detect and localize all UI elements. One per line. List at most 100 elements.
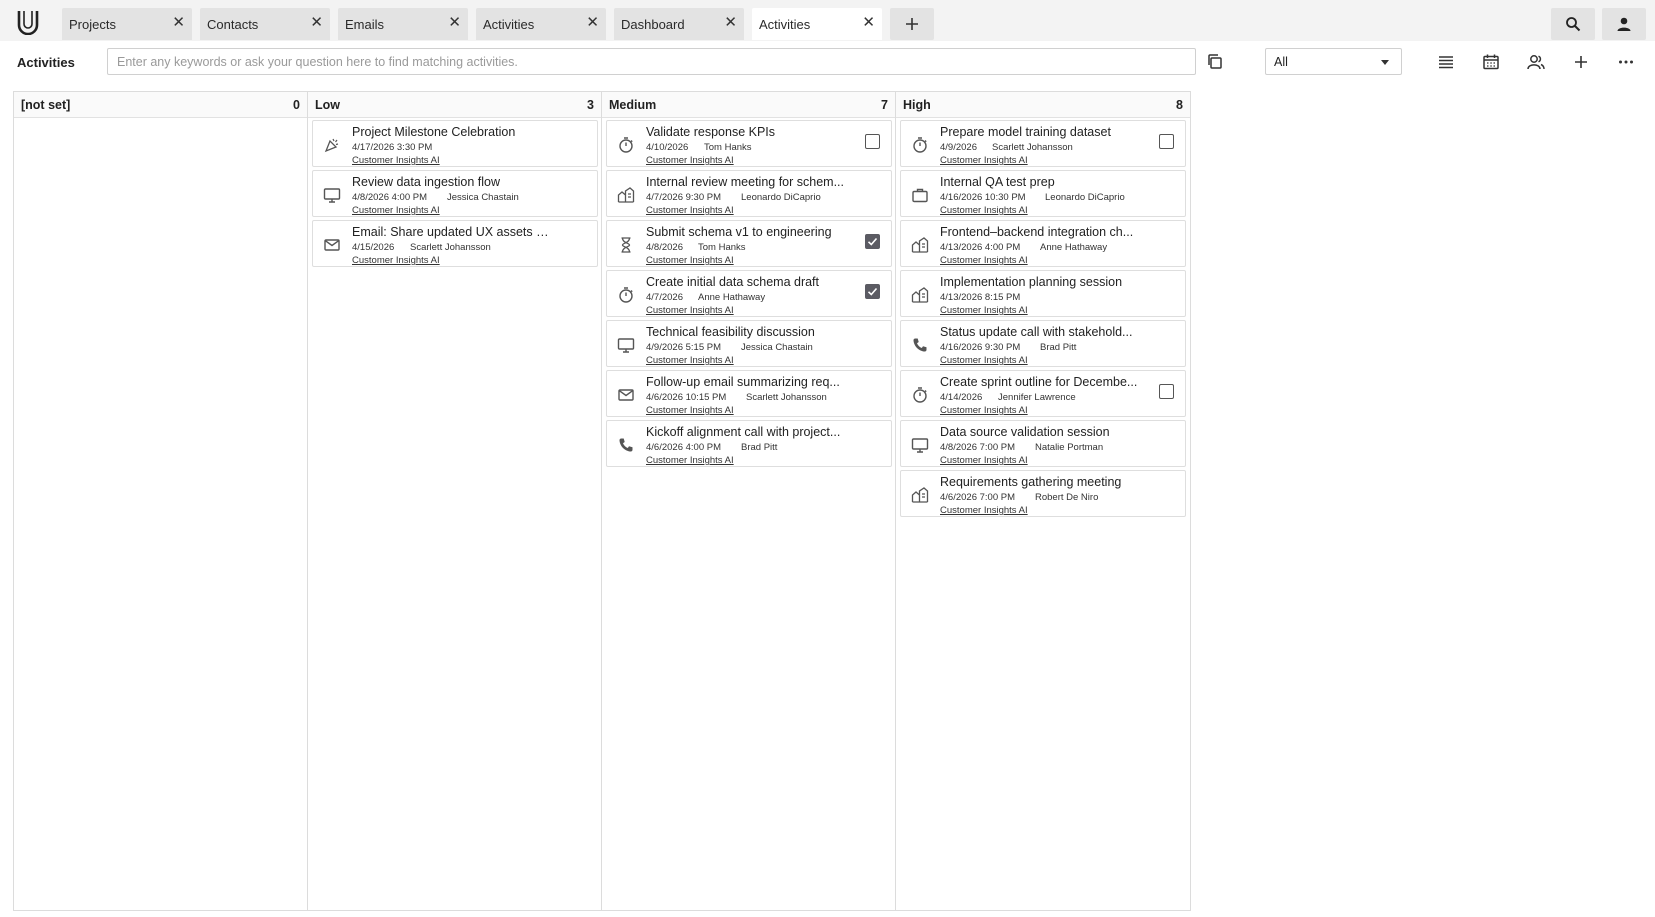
copy-icon[interactable] [1206, 53, 1223, 70]
activity-title[interactable]: Internal review meeting for schem... [646, 175, 844, 189]
project-link[interactable]: Customer Insights AI [940, 305, 1028, 316]
activity-card[interactable]: Requirements gathering meeting 4/6/2026 7… [900, 470, 1186, 517]
close-icon[interactable]: ✕ [448, 14, 461, 32]
task-checkbox[interactable] [1159, 134, 1174, 149]
activity-title[interactable]: Validate response KPIs [646, 125, 775, 139]
add-icon[interactable] [1572, 53, 1590, 71]
column-count: 7 [881, 98, 888, 112]
tab-projects[interactable]: Projects ✕ [62, 8, 192, 40]
checkmark-icon [867, 237, 878, 246]
activity-owner: Brad Pitt [1040, 342, 1077, 353]
column-count: 8 [1176, 98, 1183, 112]
search-button[interactable] [1551, 8, 1595, 40]
user-icon [1617, 17, 1631, 31]
activity-card[interactable]: Create sprint outline for Decembe... 4/14… [900, 370, 1186, 417]
activity-title[interactable]: Submit schema v1 to engineering [646, 225, 832, 239]
search-input[interactable] [107, 48, 1196, 75]
project-link[interactable]: Customer Insights AI [940, 455, 1028, 466]
project-link[interactable]: Customer Insights AI [646, 305, 734, 316]
project-link[interactable]: Customer Insights AI [646, 255, 734, 266]
activity-title[interactable]: Data source validation session [940, 425, 1110, 439]
completed-checkbox[interactable] [865, 284, 880, 299]
project-link[interactable]: Customer Insights AI [646, 455, 734, 466]
tab-emails[interactable]: Emails ✕ [338, 8, 468, 40]
activity-card[interactable]: Email: Share updated UX assets w... 4/15/… [312, 220, 598, 267]
project-link[interactable]: Customer Insights AI [940, 155, 1028, 166]
filter-dropdown[interactable]: All [1265, 48, 1402, 75]
activity-title[interactable]: Create sprint outline for Decembe... [940, 375, 1137, 389]
project-link[interactable]: Customer Insights AI [352, 255, 440, 266]
calendar-icon[interactable] [1482, 53, 1500, 71]
project-link[interactable]: Customer Insights AI [940, 505, 1028, 516]
stopwatch-icon [911, 386, 929, 404]
project-link[interactable]: Customer Insights AI [646, 205, 734, 216]
activity-card[interactable]: Technical feasibility discussion 4/9/2026… [606, 320, 892, 367]
activity-date: 4/13/2026 4:00 PM [940, 242, 1021, 253]
project-link[interactable]: Customer Insights AI [940, 405, 1028, 416]
activity-title[interactable]: Technical feasibility discussion [646, 325, 815, 339]
people-icon[interactable] [1527, 53, 1545, 71]
activity-title[interactable]: Internal QA test prep [940, 175, 1055, 189]
activity-title[interactable]: Review data ingestion flow [352, 175, 500, 189]
activity-card[interactable]: Project Milestone Celebration 4/17/2026 3… [312, 120, 598, 167]
activity-owner: Jessica Chastain [741, 342, 813, 353]
project-link[interactable]: Customer Insights AI [940, 355, 1028, 366]
project-link[interactable]: Customer Insights AI [940, 205, 1028, 216]
activity-title[interactable]: Status update call with stakehold... [940, 325, 1132, 339]
activity-title[interactable]: Prepare model training dataset [940, 125, 1111, 139]
tab-activities[interactable]: Activities ✕ [476, 8, 606, 40]
activity-card[interactable]: Review data ingestion flow 4/8/2026 4:00 … [312, 170, 598, 217]
activity-card[interactable]: Follow-up email summarizing req... 4/6/20… [606, 370, 892, 417]
meeting-icon [911, 236, 929, 254]
project-link[interactable]: Customer Insights AI [940, 255, 1028, 266]
activity-card[interactable]: Implementation planning session 4/13/2026… [900, 270, 1186, 317]
activity-card[interactable]: Frontend–backend integration ch... 4/13/2… [900, 220, 1186, 267]
activity-card[interactable]: Status update call with stakehold... 4/16… [900, 320, 1186, 367]
tab-activities-active[interactable]: Activities ✕ [752, 8, 882, 40]
activity-owner: Leonardo DiCaprio [1045, 192, 1125, 203]
activity-title[interactable]: Implementation planning session [940, 275, 1122, 289]
tab-label: Projects [69, 17, 116, 32]
close-icon[interactable]: ✕ [724, 14, 737, 32]
project-link[interactable]: Customer Insights AI [352, 205, 440, 216]
activity-date: 4/13/2026 8:15 PM [940, 292, 1021, 303]
activity-title[interactable]: Follow-up email summarizing req... [646, 375, 840, 389]
activity-card[interactable]: Validate response KPIs 4/10/2026 Tom Hanks… [606, 120, 892, 167]
activity-title[interactable]: Kickoff alignment call with project... [646, 425, 840, 439]
user-menu-button[interactable] [1602, 8, 1646, 40]
tab-dashboard[interactable]: Dashboard ✕ [614, 8, 744, 40]
activity-date: 4/15/2026 [352, 242, 395, 253]
project-link[interactable]: Customer Insights AI [646, 155, 734, 166]
activity-date: 4/6/2026 10:15 PM [646, 392, 727, 403]
close-icon[interactable]: ✕ [310, 14, 323, 32]
project-link[interactable]: Customer Insights AI [646, 405, 734, 416]
activity-card[interactable]: Kickoff alignment call with project... 4/… [606, 420, 892, 467]
activity-title[interactable]: Project Milestone Celebration [352, 125, 515, 139]
activity-title[interactable]: Email: Share updated UX assets w... [352, 225, 552, 239]
project-link[interactable]: Customer Insights AI [646, 355, 734, 366]
stopwatch-icon [617, 286, 635, 304]
more-icon[interactable] [1617, 53, 1635, 71]
activity-card[interactable]: Create initial data schema draft 4/7/2026… [606, 270, 892, 317]
app-logo[interactable] [16, 9, 40, 35]
task-checkbox[interactable] [865, 134, 880, 149]
activity-card[interactable]: Submit schema v1 to engineering 4/8/2026 T… [606, 220, 892, 267]
close-icon[interactable]: ✕ [586, 14, 599, 32]
activity-title[interactable]: Frontend–backend integration ch... [940, 225, 1133, 239]
close-icon[interactable]: ✕ [172, 14, 185, 32]
task-checkbox[interactable] [1159, 384, 1174, 399]
list-view-icon[interactable] [1437, 53, 1455, 71]
activity-card[interactable]: Prepare model training dataset 4/9/2026 Sc… [900, 120, 1186, 167]
add-tab-button[interactable] [890, 8, 934, 40]
activity-card[interactable]: Internal review meeting for schem... 4/7/… [606, 170, 892, 217]
activity-owner: Jennifer Lawrence [998, 392, 1076, 403]
close-icon[interactable]: ✕ [862, 14, 875, 32]
column-header: Low 3 [308, 92, 601, 118]
tab-contacts[interactable]: Contacts ✕ [200, 8, 330, 40]
activity-card[interactable]: Data source validation session 4/8/2026 7… [900, 420, 1186, 467]
activity-card[interactable]: Internal QA test prep 4/16/2026 10:30 PM L… [900, 170, 1186, 217]
completed-checkbox[interactable] [865, 234, 880, 249]
activity-title[interactable]: Create initial data schema draft [646, 275, 819, 289]
activity-title[interactable]: Requirements gathering meeting [940, 475, 1121, 489]
project-link[interactable]: Customer Insights AI [352, 155, 440, 166]
